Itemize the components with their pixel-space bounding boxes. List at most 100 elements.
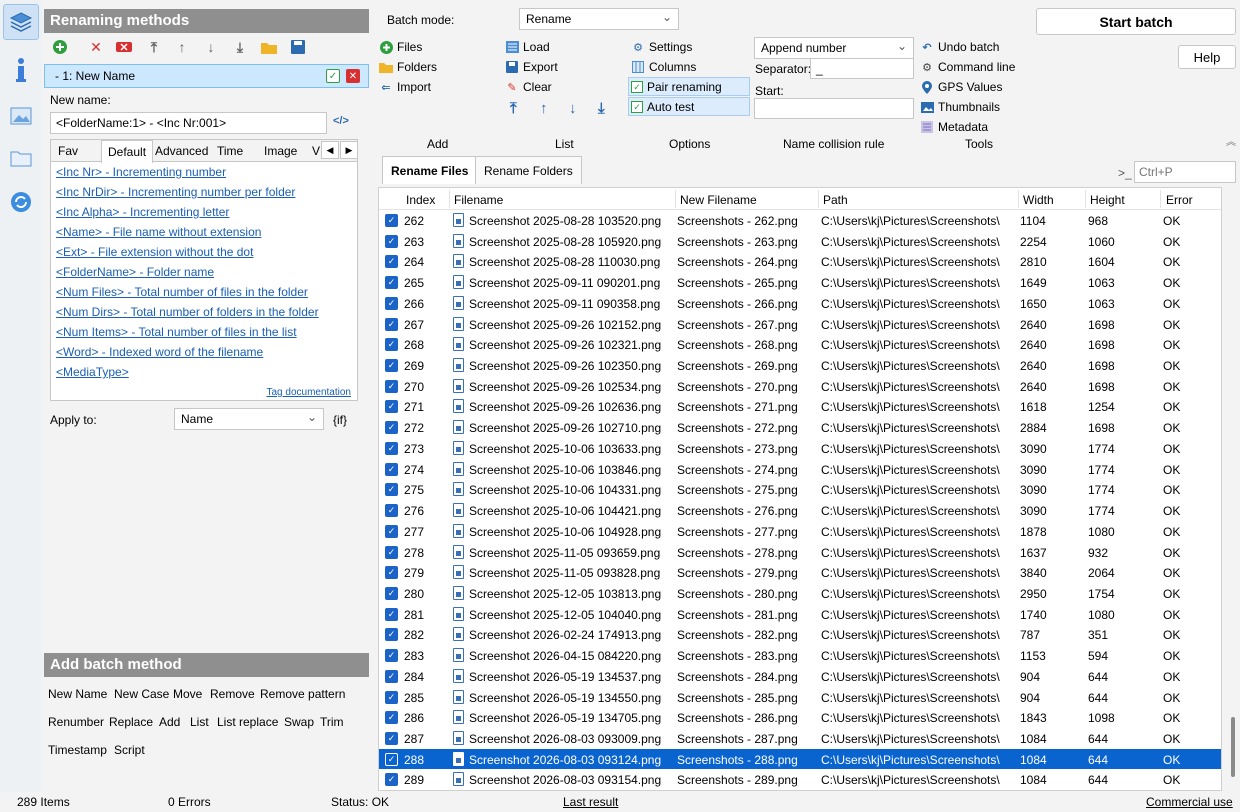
row-checkbox[interactable]: ✓ — [385, 607, 398, 621]
tag-item[interactable]: <Num Files> - Total number of files in t… — [56, 285, 308, 299]
tag-item[interactable]: <Inc Alpha> - Incrementing letter — [56, 205, 229, 219]
settings-button[interactable]: ⚙ Settings — [631, 40, 692, 54]
tag-item[interactable]: <Inc NrDir> - Incrementing number per fo… — [56, 185, 295, 199]
tag-item[interactable]: <Ext> - File extension without the dot — [56, 245, 253, 259]
layers-icon[interactable] — [3, 4, 39, 40]
row-checkbox[interactable]: ✓ — [385, 234, 398, 248]
tag-item[interactable]: <MediaType> — [56, 365, 129, 379]
vertical-scrollbar[interactable] — [1226, 187, 1240, 791]
table-row[interactable]: ✓ 275 Screenshot 2025-10-06 104331.png Scre… — [379, 479, 1221, 500]
list-move-top-icon[interactable]: ⤒ — [510, 100, 517, 117]
start-input[interactable] — [754, 98, 914, 119]
new-name-input[interactable]: <FolderName:1> - <Inc Nr:001> — [50, 112, 327, 134]
gps-values-button[interactable]: GPS Values — [920, 80, 1002, 94]
row-checkbox[interactable]: ✓ — [385, 379, 398, 393]
delete-icon[interactable]: ✕ — [88, 39, 104, 55]
tab-image[interactable]: Image — [264, 144, 297, 158]
row-checkbox[interactable]: ✓ — [385, 690, 398, 704]
add-method-remove[interactable]: Remove — [210, 687, 255, 701]
table-row[interactable]: ✓ 272 Screenshot 2025-09-26 102710.png Scre… — [379, 417, 1221, 438]
table-row[interactable]: ✓ 283 Screenshot 2026-04-15 084220.png Scre… — [379, 645, 1221, 666]
tab-scroll-right-icon[interactable]: ▶ — [340, 141, 358, 159]
table-row[interactable]: ✓ 266 Screenshot 2025-09-11 090358.png Scre… — [379, 293, 1221, 314]
tab-time[interactable]: Time — [217, 144, 243, 158]
method-item-new-name[interactable]: - 1: New Name ✓ ✕ — [44, 64, 369, 88]
import-button[interactable]: ⇐ Import — [379, 80, 431, 94]
table-row[interactable]: ✓ 264 Screenshot 2025-08-28 110030.png Scre… — [379, 251, 1221, 272]
table-row[interactable]: ✓ 271 Screenshot 2025-09-26 102636.png Scre… — [379, 396, 1221, 417]
row-checkbox[interactable]: ✓ — [385, 649, 398, 663]
tab-v[interactable]: V — [312, 144, 320, 158]
row-checkbox[interactable]: ✓ — [385, 296, 398, 310]
tab-fav[interactable]: Fav — [58, 144, 78, 158]
list-move-up-icon[interactable]: ↑ — [540, 100, 548, 117]
row-checkbox[interactable]: ✓ — [385, 524, 398, 538]
list-move-down-icon[interactable]: ↓ — [569, 100, 577, 117]
thumbnails-button[interactable]: Thumbnails — [920, 100, 1000, 114]
collapse-ribbon-icon[interactable]: ︽ — [1226, 133, 1236, 148]
tab-advanced[interactable]: Advanced — [155, 144, 208, 158]
table-row[interactable]: ✓ 276 Screenshot 2025-10-06 104421.png Scre… — [379, 500, 1221, 521]
table-row[interactable]: ✓ 282 Screenshot 2026-02-24 174913.png Scre… — [379, 624, 1221, 645]
tab-rename-folders[interactable]: Rename Folders — [475, 156, 582, 184]
folder-icon[interactable] — [3, 140, 39, 176]
row-checkbox[interactable]: ✓ — [385, 628, 398, 642]
export-button[interactable]: Export — [505, 60, 558, 74]
add-method-replace[interactable]: Replace — [109, 715, 153, 729]
row-checkbox[interactable]: ✓ — [385, 669, 398, 683]
move-bottom-icon[interactable]: ⤓ — [232, 39, 248, 55]
table-row[interactable]: ✓ 286 Screenshot 2026-05-19 134705.png Scre… — [379, 707, 1221, 728]
code-icon[interactable]: </> — [333, 115, 349, 127]
row-checkbox[interactable]: ✓ — [385, 462, 398, 476]
move-down-icon[interactable]: ↓ — [203, 39, 219, 55]
tag-documentation-link[interactable]: Tag documentation — [266, 387, 351, 398]
commercial-use-link[interactable]: Commercial use — [1146, 795, 1233, 809]
clear-list-button[interactable]: ✎ Clear — [505, 80, 551, 94]
col-index[interactable]: Index — [406, 193, 435, 207]
image-icon[interactable] — [3, 98, 39, 134]
row-checkbox[interactable]: ✓ — [385, 359, 398, 373]
tab-default[interactable]: Default — [101, 140, 154, 163]
table-row[interactable]: ✓ 278 Screenshot 2025-11-05 093659.png Scre… — [379, 542, 1221, 563]
enable-check-icon[interactable]: ✓ — [326, 69, 340, 83]
add-method-swap[interactable]: Swap — [284, 715, 314, 729]
table-row[interactable]: ✓ 277 Screenshot 2025-10-06 104928.png Scre… — [379, 521, 1221, 542]
row-checkbox[interactable]: ✓ — [385, 545, 398, 559]
undo-batch-button[interactable]: ↶ Undo batch — [920, 40, 999, 54]
tab-scroll-left-icon[interactable]: ◀ — [321, 141, 339, 159]
row-checkbox[interactable]: ✓ — [385, 441, 398, 455]
add-method-new-name[interactable]: New Name — [48, 687, 107, 701]
table-row[interactable]: ✓ 268 Screenshot 2025-09-26 102321.png Scre… — [379, 334, 1221, 355]
tag-item[interactable]: <Num Items> - Total number of files in t… — [56, 325, 297, 339]
columns-button[interactable]: Columns — [631, 60, 696, 74]
tag-item[interactable]: <Inc Nr> - Incrementing number — [56, 165, 226, 179]
col-filename[interactable]: Filename — [454, 193, 503, 207]
col-error[interactable]: Error — [1166, 193, 1193, 207]
start-batch-button[interactable]: Start batch — [1036, 8, 1236, 35]
add-method-list[interactable]: List — [190, 715, 209, 729]
add-method-timestamp[interactable]: Timestamp — [48, 743, 107, 757]
add-method-add[interactable]: Add — [159, 715, 180, 729]
tag-item[interactable]: <Name> - File name without extension — [56, 225, 261, 239]
remove-method-icon[interactable]: ✕ — [346, 69, 360, 83]
col-width[interactable]: Width — [1023, 193, 1054, 207]
table-row[interactable]: ✓ 273 Screenshot 2025-10-06 103633.png Scre… — [379, 438, 1221, 459]
add-method-remove-pattern[interactable]: Remove pattern — [260, 687, 345, 701]
row-checkbox[interactable]: ✓ — [385, 338, 398, 352]
add-method-trim[interactable]: Trim — [320, 715, 344, 729]
col-new-filename[interactable]: New Filename — [680, 193, 757, 207]
table-row[interactable]: ✓ 281 Screenshot 2025-12-05 104040.png Scre… — [379, 604, 1221, 625]
table-row[interactable]: ✓ 274 Screenshot 2025-10-06 103846.png Scre… — [379, 459, 1221, 480]
save-icon[interactable] — [290, 39, 306, 55]
add-files-button[interactable]: Files — [379, 40, 422, 54]
pair-renaming-item[interactable]: ✓ Pair renaming — [631, 80, 722, 94]
if-button[interactable]: {if} — [333, 413, 347, 427]
help-button[interactable]: Help — [1178, 45, 1236, 69]
row-checkbox[interactable]: ✓ — [385, 566, 398, 580]
command-search-input[interactable] — [1134, 161, 1236, 183]
add-method-icon[interactable] — [52, 39, 68, 55]
collision-rule-select[interactable]: Append number — [754, 37, 914, 59]
row-checkbox[interactable]: ✓ — [385, 214, 398, 227]
add-method-list-replace[interactable]: List replace — [217, 715, 278, 729]
add-method-renumber[interactable]: Renumber — [48, 715, 104, 729]
